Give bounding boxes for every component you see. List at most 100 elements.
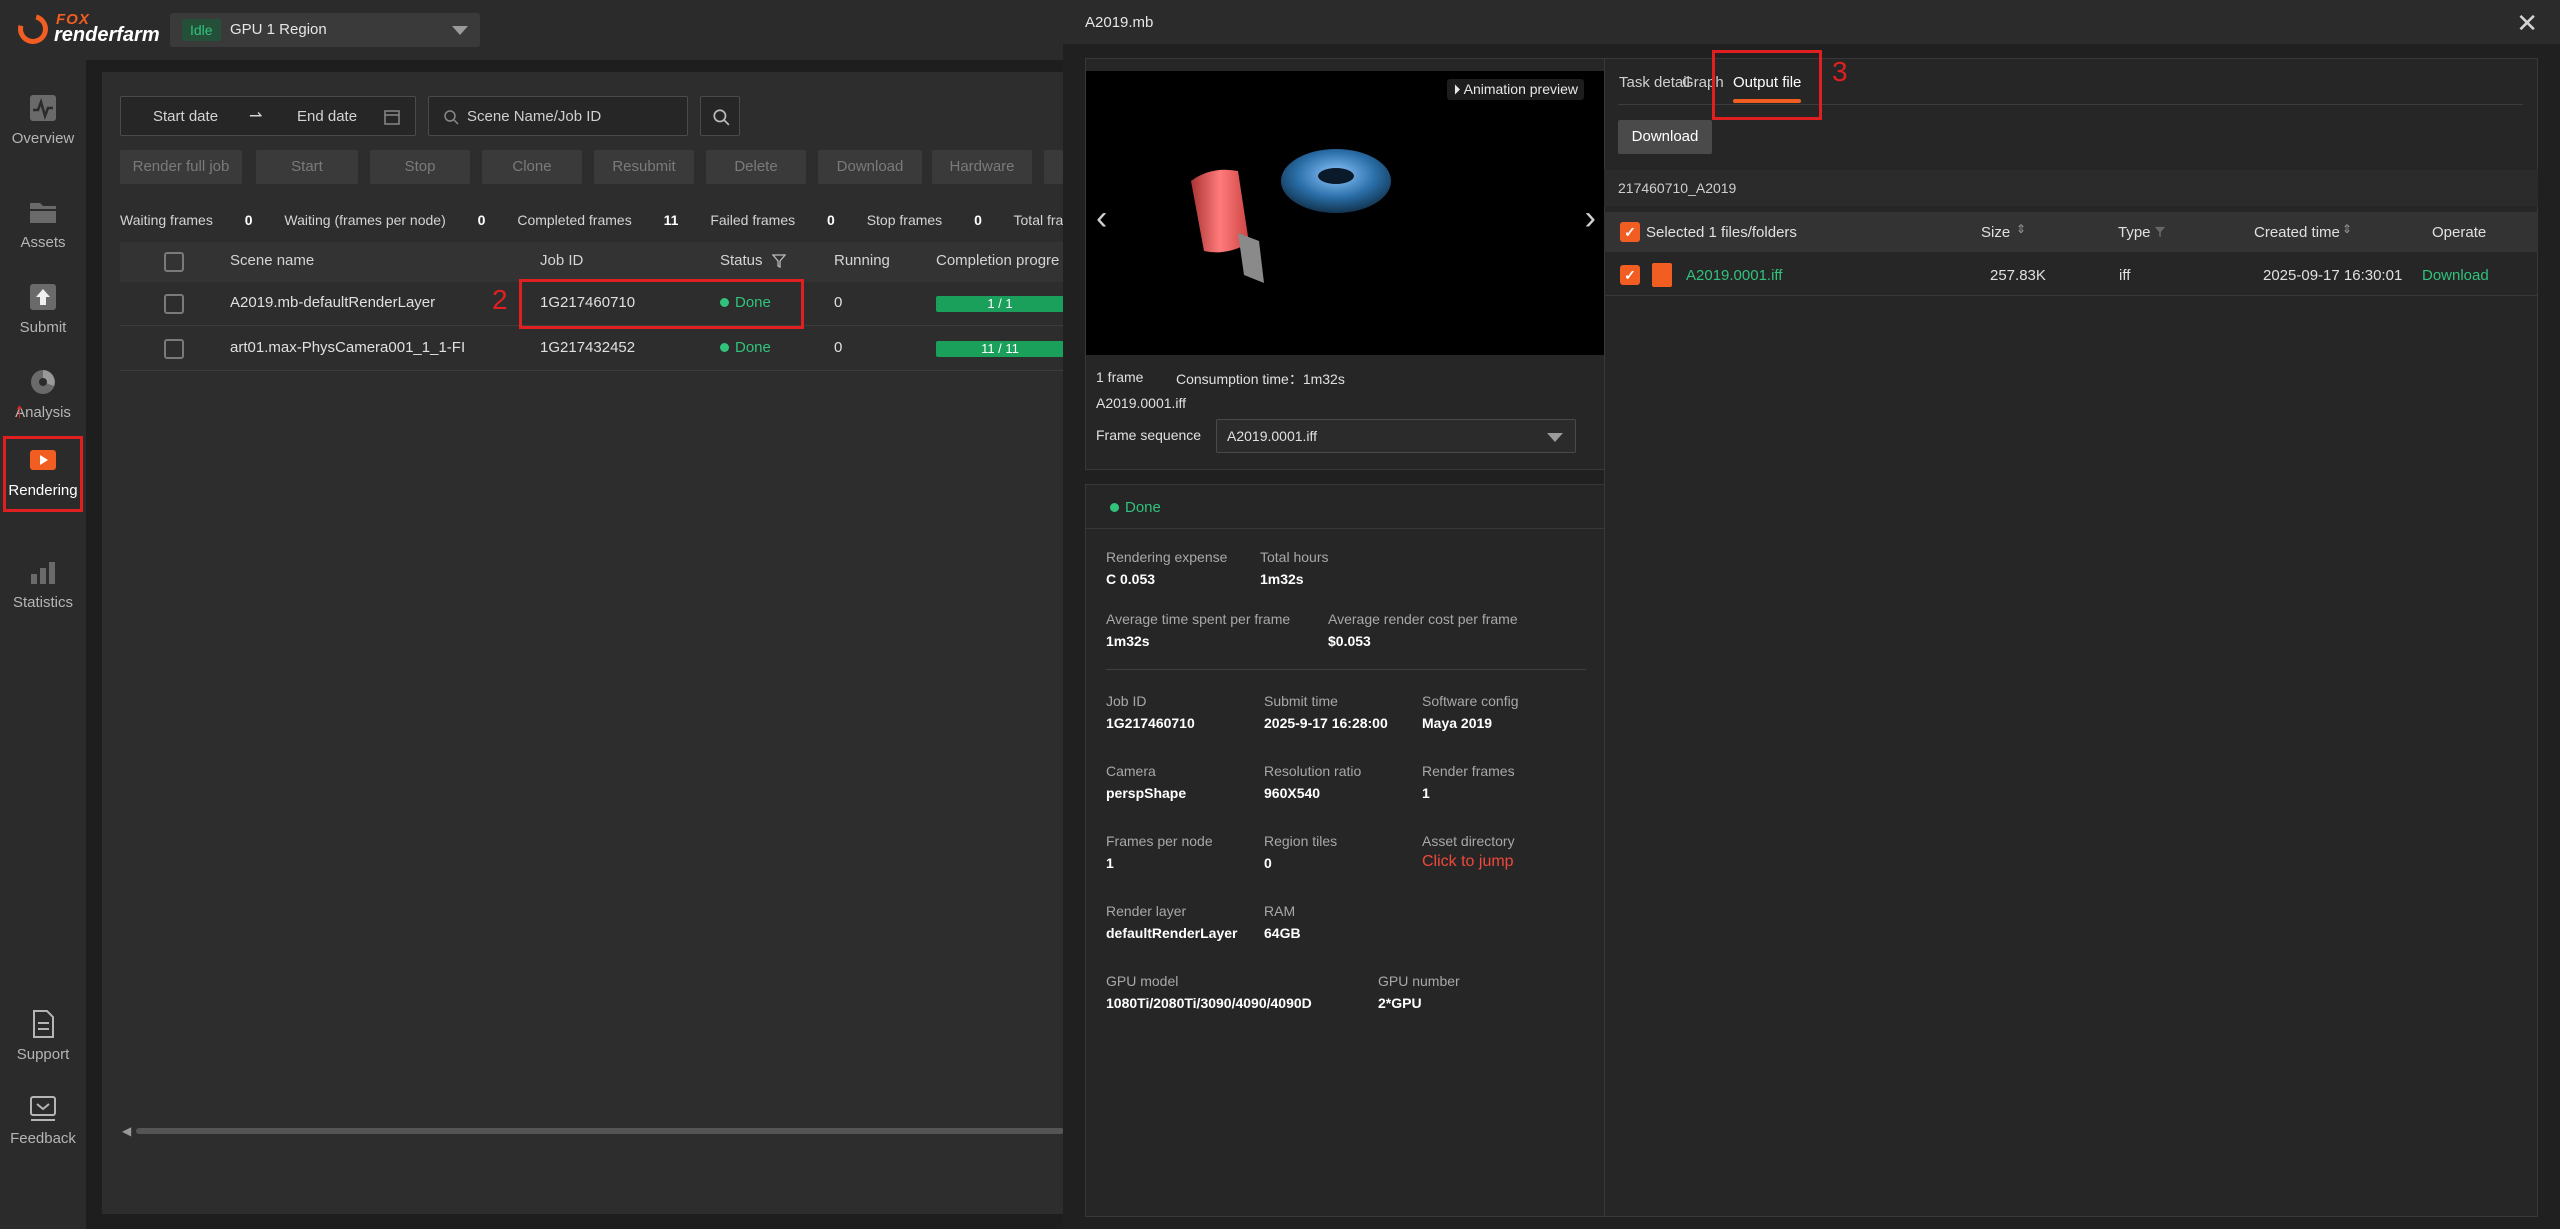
- render-frames-value: 1: [1422, 785, 1430, 801]
- frames-per-node-label: Frames per node: [1106, 833, 1213, 849]
- select-all-checkbox[interactable]: [164, 252, 184, 272]
- start-button[interactable]: Start: [256, 150, 358, 184]
- date-range-picker[interactable]: Start date ⇀ End date: [120, 96, 416, 136]
- region-selector[interactable]: Idle GPU 1 Region: [170, 13, 480, 47]
- asset-directory-link[interactable]: Click to jump: [1422, 853, 1514, 871]
- file-table-header: ✓ Selected 1 files/folders Size ⇕ Type C…: [1604, 212, 2538, 252]
- sidebar-item-label: Overview: [11, 130, 75, 147]
- col-created-time[interactable]: Created time: [2254, 224, 2340, 241]
- col-job-id[interactable]: Job ID: [540, 252, 583, 269]
- delete-button[interactable]: Delete: [706, 150, 806, 184]
- file-icon: [1652, 263, 1672, 287]
- start-date: Start date: [153, 108, 219, 125]
- row-checkbox[interactable]: [164, 294, 184, 314]
- col-size[interactable]: Size: [1981, 224, 2010, 241]
- stat-value: 0: [477, 212, 486, 228]
- file-download-link[interactable]: Download: [2422, 267, 2489, 284]
- render-frames-label: Render frames: [1422, 763, 1515, 779]
- avg-time-value: 1m32s: [1106, 633, 1150, 649]
- file-row[interactable]: ✓ A2019.0001.iff 257.83K iff 2025-09-17 …: [1604, 254, 2538, 296]
- sidebar-item-statistics[interactable]: Statistics: [0, 548, 86, 628]
- stop-button[interactable]: Stop: [370, 150, 470, 184]
- sidebar-item-label: Support: [16, 1046, 70, 1063]
- document-icon: [33, 1010, 54, 1038]
- file-checkbox[interactable]: ✓: [1620, 265, 1640, 285]
- sidebar-item-analysis[interactable]: Analysis: [0, 358, 86, 438]
- status-header: Done: [1086, 485, 1606, 529]
- rendering-expense-label: Rendering expense: [1106, 549, 1228, 565]
- stat-label: Completed frames: [517, 212, 632, 228]
- render-preview-graphic: [1191, 149, 1391, 283]
- frame-sequence-value: A2019.0001.iff: [1227, 428, 1318, 444]
- logo-text-bottom: renderfarm: [54, 24, 160, 46]
- hardware-button[interactable]: Hardware: [932, 150, 1032, 184]
- animation-preview-button[interactable]: ⏵ Animation preview: [1447, 79, 1584, 100]
- status-dot-icon: [720, 343, 729, 352]
- render-layer-label: Render layer: [1106, 903, 1187, 919]
- sort-icon[interactable]: ⇕: [2016, 222, 2026, 236]
- arrow-right-icon: ⇀: [249, 108, 263, 125]
- sort-icon[interactable]: ⇕: [2342, 222, 2352, 236]
- row-checkbox[interactable]: [164, 339, 184, 359]
- pulse-icon: [30, 95, 56, 121]
- close-icon[interactable]: ✕: [2516, 8, 2538, 39]
- col-type[interactable]: Type: [2118, 224, 2151, 241]
- frame-sequence-label: Frame sequence: [1096, 427, 1202, 443]
- more-button[interactable]: [1044, 150, 1063, 184]
- camera-value: perspShape: [1106, 785, 1187, 801]
- job-details-panel: Done Rendering expense C 0.053 Total hou…: [1085, 484, 1607, 1217]
- col-scene-name[interactable]: Scene name: [230, 252, 314, 269]
- search-button[interactable]: [700, 96, 740, 136]
- total-hours-label: Total hours: [1260, 549, 1329, 565]
- region-label: GPU 1 Region: [230, 21, 327, 38]
- file-created-time: 2025-09-17 16:30:01: [2263, 267, 2403, 284]
- drawer-header: A2019.mb ✕: [1063, 0, 2560, 44]
- avg-cost-value: $0.053: [1328, 633, 1371, 649]
- submit-time-label: Submit time: [1264, 693, 1338, 709]
- stat-value: 0: [244, 212, 253, 228]
- sidebar-item-feedback[interactable]: Feedback: [0, 1084, 86, 1164]
- stat-value: 0: [827, 212, 835, 228]
- folder-icon: [30, 203, 56, 223]
- sidebar-item-submit[interactable]: Submit: [0, 273, 86, 353]
- sidebar-item-support[interactable]: Support: [0, 1000, 86, 1080]
- prev-frame-icon[interactable]: ‹: [1096, 199, 1107, 238]
- preview-file-name: A2019.0001.iff: [1096, 395, 1187, 411]
- scroll-left-icon[interactable]: ◀: [122, 1124, 131, 1138]
- download-output-button[interactable]: Download: [1618, 120, 1712, 154]
- select-all-files-checkbox[interactable]: ✓: [1620, 222, 1640, 242]
- sidebar-item-rendering[interactable]: Rendering: [3, 436, 83, 512]
- play-circle-icon: ⏵: [1453, 81, 1461, 97]
- stat-label: Stop frames: [866, 212, 943, 228]
- folder-path: 217460710_A2019: [1618, 180, 1737, 196]
- download-button[interactable]: Download: [818, 150, 922, 184]
- progress-bar: 1 / 1: [936, 296, 1064, 312]
- file-name[interactable]: A2019.0001.iff: [1686, 267, 1782, 284]
- stat-label: Failed frames: [710, 212, 796, 228]
- stat-label: Waiting (frames per node): [284, 212, 446, 228]
- render-layer-value: defaultRenderLayer: [1106, 925, 1238, 941]
- filter-icon[interactable]: [772, 254, 786, 268]
- render-full-job-button[interactable]: Render full job: [120, 150, 242, 184]
- col-running[interactable]: Running: [834, 252, 890, 269]
- tab-task-detail[interactable]: Task detail: [1619, 74, 1690, 91]
- software-config-label: Software config: [1422, 693, 1519, 709]
- resubmit-button[interactable]: Resubmit: [594, 150, 694, 184]
- consumption-time: Consumption time：1m32s: [1176, 371, 1345, 387]
- upload-icon: [30, 284, 56, 310]
- search-input[interactable]: Scene Name/Job ID: [428, 96, 688, 136]
- gpu-number-label: GPU number: [1378, 973, 1460, 989]
- region-tiles-value: 0: [1264, 855, 1272, 871]
- sidebar-item-assets[interactable]: Assets: [0, 188, 86, 268]
- sidebar-item-overview[interactable]: Overview: [0, 84, 86, 164]
- filter-icon[interactable]: [2154, 226, 2166, 238]
- clone-button[interactable]: Clone: [482, 150, 582, 184]
- table-row[interactable]: art01.max-PhysCamera001_1_1-FI 1G2174324…: [120, 327, 1064, 371]
- table-header: Scene name Job ID Status Running Complet…: [120, 242, 1064, 282]
- search-icon: [444, 110, 459, 125]
- frame-sequence-select[interactable]: A2019.0001.iff: [1216, 419, 1576, 453]
- horizontal-scrollbar[interactable]: [136, 1128, 1064, 1134]
- col-progress[interactable]: Completion progre: [936, 252, 1064, 269]
- next-frame-icon[interactable]: ›: [1585, 199, 1596, 238]
- col-status[interactable]: Status: [720, 252, 763, 269]
